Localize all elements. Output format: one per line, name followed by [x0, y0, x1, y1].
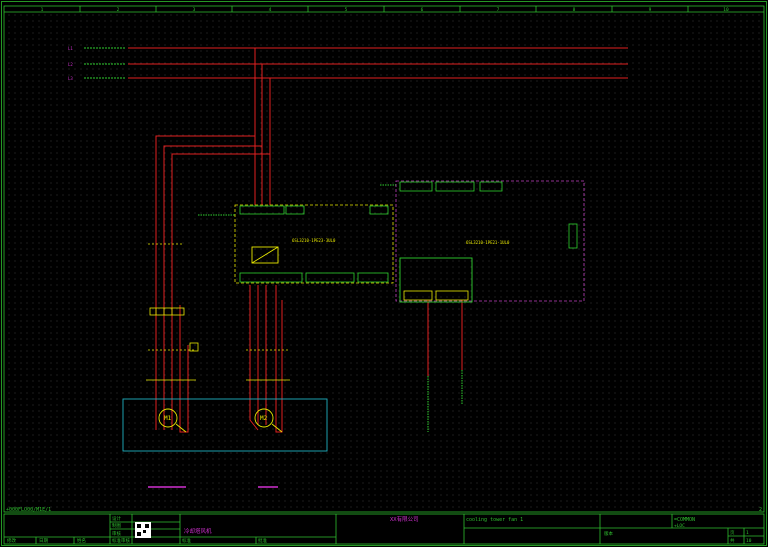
column-number: 5: [345, 7, 348, 13]
title-block-qr-logo: [135, 522, 151, 538]
tb-label-date: 日期: [39, 538, 48, 544]
tb-label-rev-no: 版本: [604, 530, 613, 537]
incoming-label-l2: L2: [68, 62, 73, 67]
schematic-sheet: 1 2 3 4 5 6 7 8 9 10 L1 L2 L3 6SL3210-1P…: [0, 0, 768, 547]
tb-label-standard-check: 标准审核: [112, 537, 130, 544]
motor-m1-label: M1: [164, 415, 172, 422]
column-number: 9: [649, 7, 652, 13]
tb-label-drawn: 制图: [112, 522, 121, 529]
tb-label-approved: 批准: [258, 537, 267, 544]
tb-label-total: 共: [730, 537, 735, 544]
equipment-code: =COMMON: [674, 517, 695, 523]
sheet-id: +000FLO00/M1E/1: [6, 507, 51, 513]
grid-dots: [4, 12, 764, 512]
company-name: XX有限公司: [390, 515, 419, 523]
tb-label-designed: 设计: [112, 515, 121, 522]
tb-label-checked: 审核: [112, 530, 121, 537]
column-number: 8: [573, 7, 576, 13]
column-number: 2: [117, 7, 120, 13]
tb-label-revised: 修改: [7, 537, 16, 544]
incoming-label-l3: L3: [68, 76, 73, 81]
column-number: 4: [269, 7, 272, 13]
page-number: 1: [746, 530, 749, 536]
tb-label-name: 姓名: [77, 537, 86, 544]
column-number: 6: [421, 7, 424, 13]
drawing-title: 冷却塔风机: [184, 527, 212, 535]
location-code: +LOC: [674, 523, 685, 529]
motor-m2-label: M2: [260, 415, 268, 422]
total-pages: 10: [746, 538, 752, 544]
tb-label-standard: 标准: [182, 537, 191, 544]
column-number: 1: [41, 7, 44, 13]
page-marker: 2: [759, 507, 762, 513]
vfd-main-model: 6SL3210-1PE23-3UL0: [292, 238, 336, 243]
incoming-label-l1: L1: [68, 46, 73, 51]
column-number: 7: [497, 7, 500, 13]
tb-label-page: 页: [730, 530, 735, 536]
column-number: 10: [723, 7, 729, 13]
vfd-aux-model: 6SL3210-1PE21-1UL0: [466, 240, 510, 245]
project-name: cooling tower fan 1: [466, 517, 523, 523]
column-number: 3: [193, 7, 196, 13]
